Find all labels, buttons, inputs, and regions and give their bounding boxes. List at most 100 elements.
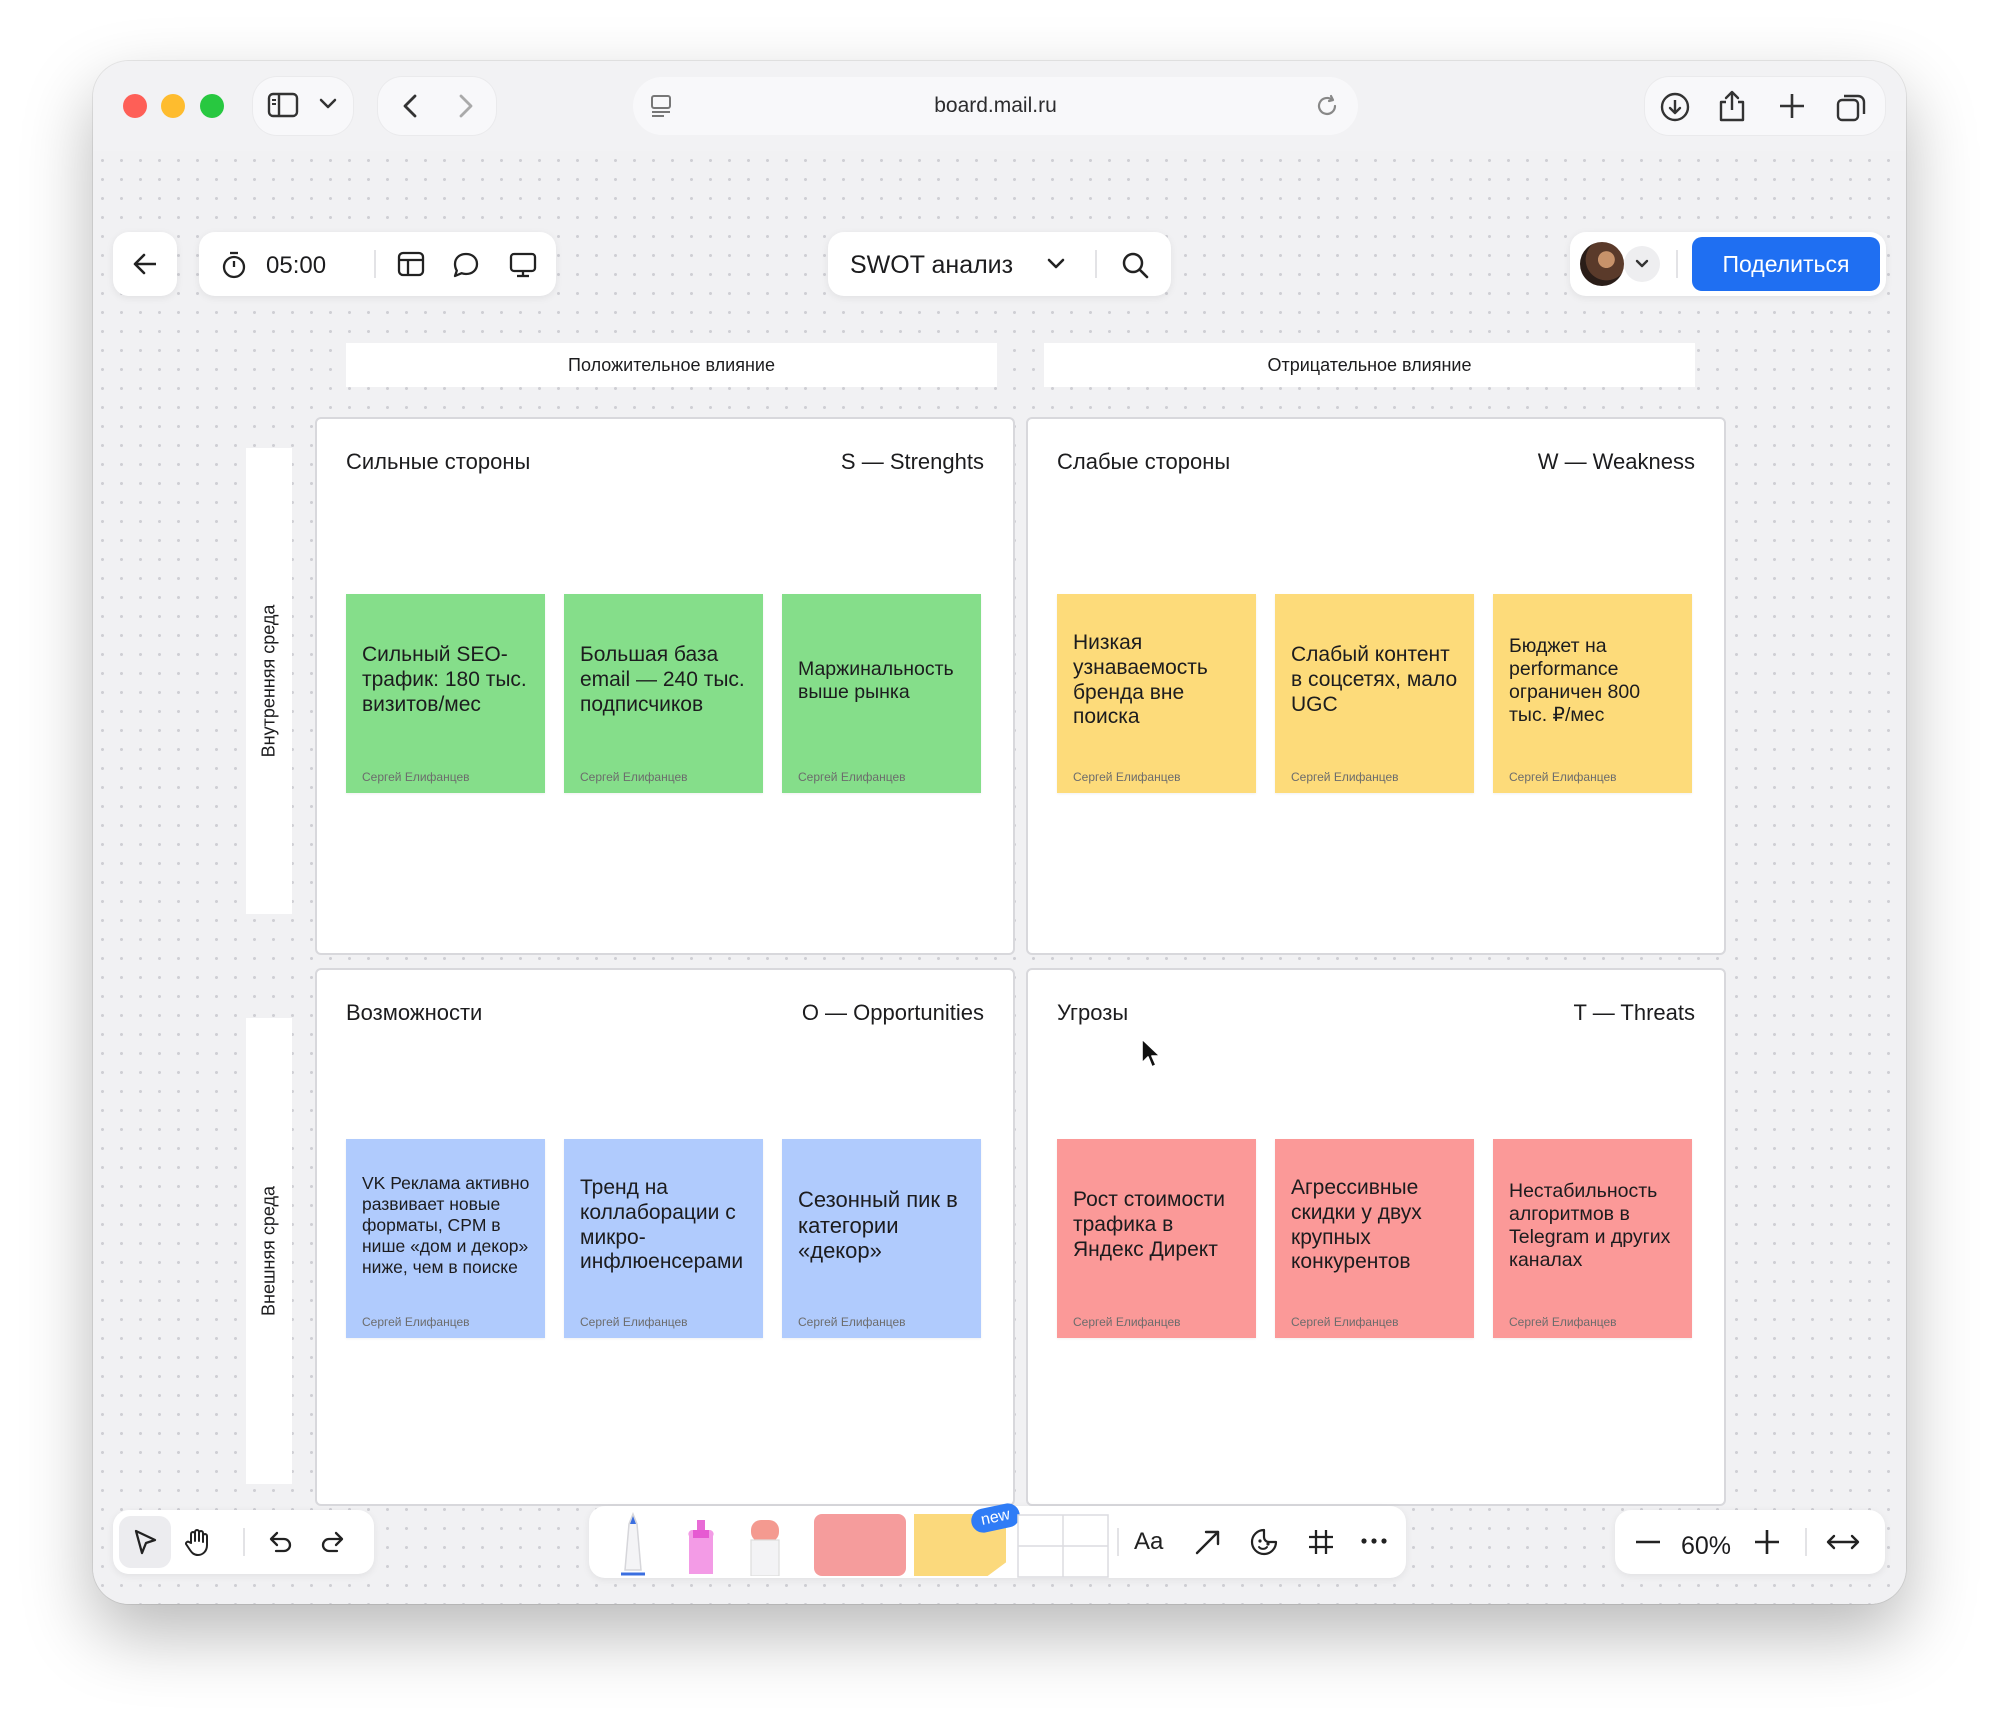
sticky-note[interactable]: Рост стоимости трафика в Яндекс Директ С… [1057, 1139, 1256, 1338]
note-author: Сергей Елифанцев [580, 1315, 688, 1329]
frame-tool-icon[interactable] [1306, 1527, 1336, 1557]
sticky-note[interactable]: Сильный SEO-трафик: 180 тыс. визитов/мес… [346, 594, 545, 793]
sticky-note[interactable]: VK Реклама активно развивает новые форма… [346, 1139, 545, 1338]
minimize-window-button[interactable] [161, 94, 185, 118]
timer-value[interactable]: 05:00 [266, 252, 326, 280]
sidebar-toggle-group [253, 77, 353, 135]
presentation-icon[interactable] [508, 250, 538, 280]
hand-tool-icon[interactable] [183, 1527, 213, 1557]
table-tool-icon[interactable] [1017, 1514, 1109, 1578]
note-text: Низкая узнаваемость бренда вне поиска [1073, 630, 1208, 729]
browser-actions-group [1645, 77, 1885, 135]
note-author: Сергей Елифанцев [362, 1315, 470, 1329]
select-tool-icon[interactable] [119, 1516, 171, 1568]
sticky-note[interactable]: Бюджет на performance ограничен 800 тыс.… [1493, 594, 1692, 793]
note-text: Тренд на коллаборации с микро-инфлюенсер… [580, 1175, 744, 1274]
note-text: VK Реклама активно развивает новые форма… [362, 1173, 530, 1277]
note-text: Большая база email — 240 тыс. подписчико… [580, 643, 745, 716]
eraser-tool-icon[interactable] [747, 1518, 783, 1576]
sticky-note[interactable]: Большая база email — 240 тыс. подписчико… [564, 594, 763, 793]
note-text: Агрессивные скидки у двух крупных конкур… [1291, 1175, 1422, 1274]
row-label-internal: Внутренняя среда [246, 448, 292, 914]
shape-tool-icon[interactable] [814, 1514, 906, 1576]
forward-icon[interactable] [456, 93, 476, 119]
note-author: Сергей Елифанцев [1291, 770, 1399, 784]
note-text: Сезонный пик в категории «декор» [798, 1186, 958, 1264]
row-label-external: Внешняя среда [246, 1018, 292, 1484]
arrow-tool-icon[interactable] [1193, 1527, 1223, 1557]
note-text: Нестабильность алгоритмов в Telegram и д… [1509, 1179, 1671, 1271]
history-nav-group [378, 77, 496, 135]
redo-icon[interactable] [320, 1528, 348, 1556]
more-tools-icon[interactable] [1359, 1536, 1389, 1546]
quadrant-weaknesses[interactable]: Слабые стороны W — Weakness Низкая узнав… [1026, 417, 1726, 955]
quadrant-title: Возможности [346, 1000, 483, 1025]
browser-window: board.mail.ru 05:00 SWOT анализ Поделить… [93, 61, 1906, 1604]
note-text: Бюджет на performance ограничен 800 тыс.… [1509, 634, 1641, 726]
quadrant-strengths[interactable]: Сильные стороны S — Strenghts Сильный SE… [315, 417, 1015, 955]
note-author: Сергей Елифанцев [580, 770, 688, 784]
comment-icon[interactable] [451, 250, 481, 280]
note-author: Сергей Елифанцев [1073, 1315, 1181, 1329]
template-icon[interactable] [396, 250, 426, 278]
avatar[interactable] [1580, 242, 1624, 286]
quadrant-code: S — Strenghts [840, 449, 984, 474]
quadrant-title: Слабые стороны [1057, 449, 1231, 474]
note-author: Сергей Елифанцев [1509, 1315, 1617, 1329]
zoom-level[interactable]: 60% [1681, 1532, 1731, 1561]
reload-icon[interactable] [1314, 93, 1340, 119]
text-tool[interactable]: Aa [1134, 1528, 1163, 1556]
board-title[interactable]: SWOT анализ [850, 251, 1013, 280]
highlighter-tool-icon[interactable] [679, 1516, 723, 1576]
sticky-note[interactable]: Маржинальность выше рынка Сергей Елифанц… [782, 594, 981, 793]
quadrant-opportunities[interactable]: Возможности O — Opportunities VK Реклама… [315, 968, 1015, 1506]
mouse-cursor-icon [1141, 1038, 1161, 1068]
sticky-note[interactable]: Нестабильность алгоритмов в Telegram и д… [1493, 1139, 1692, 1338]
zoom-in-icon[interactable] [1754, 1529, 1780, 1555]
quadrant-threats[interactable]: Угрозы T — Threats Рост стоимости трафик… [1026, 968, 1726, 1506]
maximize-window-button[interactable] [200, 94, 224, 118]
arrow-left-icon [131, 251, 159, 277]
note-author: Сергей Елифанцев [798, 1315, 906, 1329]
quadrant-title: Сильные стороны [346, 449, 531, 474]
new-badge: new [969, 1501, 1023, 1535]
sticky-note[interactable]: Агрессивные скидки у двух крупных конкур… [1275, 1139, 1474, 1338]
new-tab-icon[interactable] [1777, 91, 1807, 121]
fit-width-icon[interactable] [1825, 1532, 1861, 1552]
share-button[interactable]: Поделиться [1692, 237, 1880, 291]
chevron-down-icon[interactable] [1046, 256, 1066, 272]
column-header-negative: Отрицательное влияние [1044, 343, 1695, 387]
sticky-note[interactable]: Слабый контент в соцсетях, мало UGC Серг… [1275, 594, 1474, 793]
sticky-note[interactable]: Тренд на коллаборации с микро-инфлюенсер… [564, 1139, 763, 1338]
download-icon[interactable] [1659, 91, 1691, 123]
quadrant-code: W — Weakness [1537, 449, 1695, 474]
pen-tool-icon[interactable] [611, 1512, 655, 1576]
zoom-out-icon[interactable] [1635, 1540, 1661, 1544]
board-tools-panel: 05:00 [199, 232, 556, 296]
sidebar-icon[interactable] [267, 91, 299, 119]
row-label-text: Внешняя среда [258, 1186, 279, 1316]
timer-icon[interactable] [221, 250, 247, 280]
sticky-note[interactable]: Сезонный пик в категории «декор» Сергей … [782, 1139, 981, 1338]
chevron-down-icon[interactable] [1624, 246, 1660, 282]
tab-overview-icon[interactable] [1835, 91, 1867, 123]
quadrant-code: T — Threats [1573, 1000, 1695, 1025]
note-author: Сергей Елифанцев [798, 770, 906, 784]
note-author: Сергей Елифанцев [1509, 770, 1617, 784]
search-icon[interactable] [1120, 250, 1150, 280]
share-icon[interactable] [1717, 89, 1747, 123]
board-canvas[interactable]: 05:00 SWOT анализ Поделиться Положительн… [93, 151, 1906, 1604]
sticky-note[interactable]: Низкая узнаваемость бренда вне поиска Се… [1057, 594, 1256, 793]
close-window-button[interactable] [123, 94, 147, 118]
quadrant-code: O — Opportunities [801, 1000, 984, 1025]
note-text: Сильный SEO-трафик: 180 тыс. визитов/мес [362, 643, 527, 716]
note-text: Слабый контент в соцсетях, мало UGC [1291, 643, 1458, 716]
note-text: Маржинальность выше рынка [798, 657, 954, 703]
undo-icon[interactable] [265, 1528, 293, 1556]
address-bar[interactable]: board.mail.ru [633, 77, 1358, 135]
chevron-down-icon[interactable] [319, 97, 337, 111]
back-icon[interactable] [400, 93, 420, 119]
sticker-tool-icon[interactable] [1249, 1527, 1279, 1557]
zoom-panel: 60% [1615, 1510, 1885, 1574]
back-to-boards-button[interactable] [113, 232, 177, 296]
